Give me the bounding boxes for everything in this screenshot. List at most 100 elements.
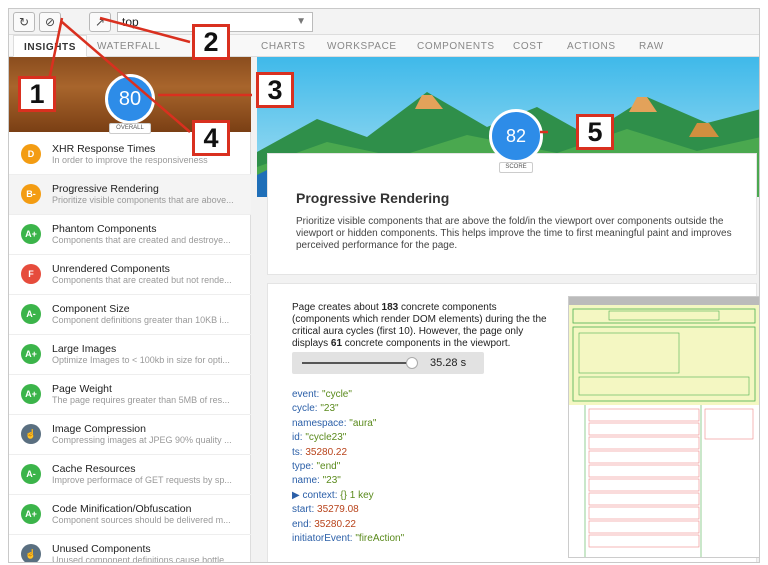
insight-list-item[interactable]: F Unrendered Components Components that ar… xyxy=(9,255,251,295)
property-value: "aura" xyxy=(349,417,377,429)
grade-badge: D xyxy=(21,144,41,164)
insight-item-title: Unrendered Components xyxy=(52,263,170,275)
property-value: 35280.22 xyxy=(305,446,348,458)
insight-list-item[interactable]: ☝ Image Compression Compressing images at … xyxy=(9,415,251,455)
callout-5: 5 xyxy=(576,114,614,150)
overall-score-badge: 80 xyxy=(105,74,155,124)
tab-bar: INSIGHTS WATERFALL CHARTS WORKSPACE COMP… xyxy=(9,35,759,57)
toolbar: ↻ ⊘ ↗ top ▼ xyxy=(9,9,759,35)
grade-badge: F xyxy=(21,264,41,284)
insight-list-item[interactable]: A+ Large Images Optimize Images to < 100kb… xyxy=(9,335,251,375)
grade-badge: A+ xyxy=(21,504,41,524)
event-property: type: "end" xyxy=(292,460,404,474)
insight-item-description: Optimize Images to < 100kb in size for o… xyxy=(52,355,230,365)
property-key: type: xyxy=(292,461,314,473)
tab-components[interactable]: COMPONENTS xyxy=(417,41,495,52)
refresh-icon[interactable]: ↻ xyxy=(13,12,35,32)
property-key: end: xyxy=(292,518,312,530)
event-property: ts: 35280.22 xyxy=(292,446,404,460)
callout-1: 1 xyxy=(18,76,56,112)
slider-time-value: 35.28 s xyxy=(430,357,467,369)
callout-3: 3 xyxy=(256,72,294,108)
timeline-slider[interactable]: 35.28 s xyxy=(292,352,484,374)
insight-item-title: Large Images xyxy=(52,343,117,355)
tab-cost[interactable]: COST xyxy=(513,41,543,52)
property-value: 35280.22 xyxy=(314,518,356,530)
insight-list-item[interactable]: A+ Phantom Components Components that are … xyxy=(9,215,251,255)
detail-text-3: concrete components in the viewport. xyxy=(342,338,511,349)
page-viewport-preview xyxy=(568,296,759,558)
insight-item-description: Components that are created and destroye… xyxy=(52,235,231,245)
insight-list-item[interactable]: A+ Code Minification/Obfuscation Component… xyxy=(9,495,251,535)
tab-insights[interactable]: INSIGHTS xyxy=(13,35,88,57)
property-value: "cycle" xyxy=(322,389,352,400)
property-key: start: xyxy=(292,504,315,516)
grade-badge: A+ xyxy=(21,224,41,244)
property-value: "end" xyxy=(316,461,341,473)
insight-list-item[interactable]: A- Component Size Component definitions gr… xyxy=(9,295,251,335)
tab-actions[interactable]: ACTIONS xyxy=(567,41,616,52)
property-key: cycle: xyxy=(292,403,318,415)
property-value: 35279.08 xyxy=(317,504,359,516)
insight-detail: Progressive Rendering Prioritize visible… xyxy=(257,57,759,562)
insight-item-title: Cache Resources xyxy=(52,463,136,475)
event-property: namespace: "aura" xyxy=(292,417,404,431)
insight-list-item[interactable]: B- Progressive Rendering Prioritize visibl… xyxy=(9,175,251,215)
tab-charts[interactable]: CHARTS xyxy=(261,41,306,52)
frame-select-value: top xyxy=(122,15,139,29)
score-label: SCORE xyxy=(499,162,533,173)
event-property[interactable]: ▶ context: {} 1 key xyxy=(292,489,404,503)
popout-icon[interactable]: ↗ xyxy=(89,12,111,32)
concrete-count: 183 xyxy=(381,302,399,313)
insight-list-item[interactable]: A- Cache Resources Improve performace of G… xyxy=(9,455,251,495)
insight-title: Progressive Rendering xyxy=(296,190,450,206)
insight-item-title: Image Compression xyxy=(52,423,146,435)
slider-track xyxy=(302,362,412,364)
insight-item-description: Component sources should be delivered m.… xyxy=(52,515,231,525)
detail-text-1: Page creates about xyxy=(292,302,382,313)
insight-list-item[interactable]: A+ Page Weight The page requires greater t… xyxy=(9,375,251,415)
property-value: "23" xyxy=(322,475,341,487)
insight-item-description: Component definitions greater than 10KB … xyxy=(52,315,230,325)
grade-badge: A+ xyxy=(21,344,41,364)
event-property: cycle: "23" xyxy=(292,402,404,416)
property-key: initiatorEvent: xyxy=(292,533,353,545)
grade-badge: ☝ xyxy=(21,544,41,562)
insight-item-description: Improve performace of GET requests by sp… xyxy=(52,475,232,485)
viewport-count: 61 xyxy=(330,338,343,349)
property-key: name: xyxy=(292,475,320,487)
tab-raw[interactable]: RAW xyxy=(639,41,664,52)
insight-item-title: XHR Response Times xyxy=(52,143,156,155)
chevron-down-icon: ▼ xyxy=(296,16,306,27)
property-value: "fireAction" xyxy=(355,533,405,545)
property-key: ▶ context: xyxy=(292,489,338,501)
tab-waterfall[interactable]: WATERFALL xyxy=(97,41,161,52)
grade-badge: A+ xyxy=(21,384,41,404)
insight-item-title: Component Size xyxy=(52,303,130,315)
event-property: initiatorEvent: "fireAction" xyxy=(292,532,404,546)
overall-score-label: OVERALL xyxy=(109,123,151,134)
insight-item-title: Page Weight xyxy=(52,383,112,395)
event-property: start: 35279.08 xyxy=(292,503,404,517)
insight-item-description: Compressing images at JPEG 90% quality .… xyxy=(52,435,232,445)
grade-badge: B- xyxy=(21,184,41,204)
property-key: ts: xyxy=(292,446,303,458)
property-value: "cycle23" xyxy=(305,432,347,444)
insight-item-title: Phantom Components xyxy=(52,223,157,235)
slider-thumb[interactable] xyxy=(406,357,418,369)
insight-item-description: The page requires greater than 5MB of re… xyxy=(52,395,230,405)
property-key: id: xyxy=(292,432,303,444)
insight-item-description: Prioritize visible components that are a… xyxy=(52,195,234,205)
event-property: id: "cycle23" xyxy=(292,431,404,445)
property-value: {} 1 key xyxy=(340,489,374,501)
event-property: name: "23" xyxy=(292,474,404,488)
insight-item-description: Components that are created but not rend… xyxy=(52,275,232,285)
event-property: event: "cycle" xyxy=(292,388,404,402)
insight-item-title: Unused Components xyxy=(52,543,151,555)
score-badge: 82 xyxy=(489,109,543,163)
clear-icon[interactable]: ⊘ xyxy=(39,12,61,32)
insight-list-item[interactable]: ☝ Unused Components Unused component defin… xyxy=(9,535,251,563)
grade-badge: A- xyxy=(21,464,41,484)
tab-workspace[interactable]: WORKSPACE xyxy=(327,41,397,52)
insight-item-description: Unused component definitions cause bottl… xyxy=(52,555,232,563)
